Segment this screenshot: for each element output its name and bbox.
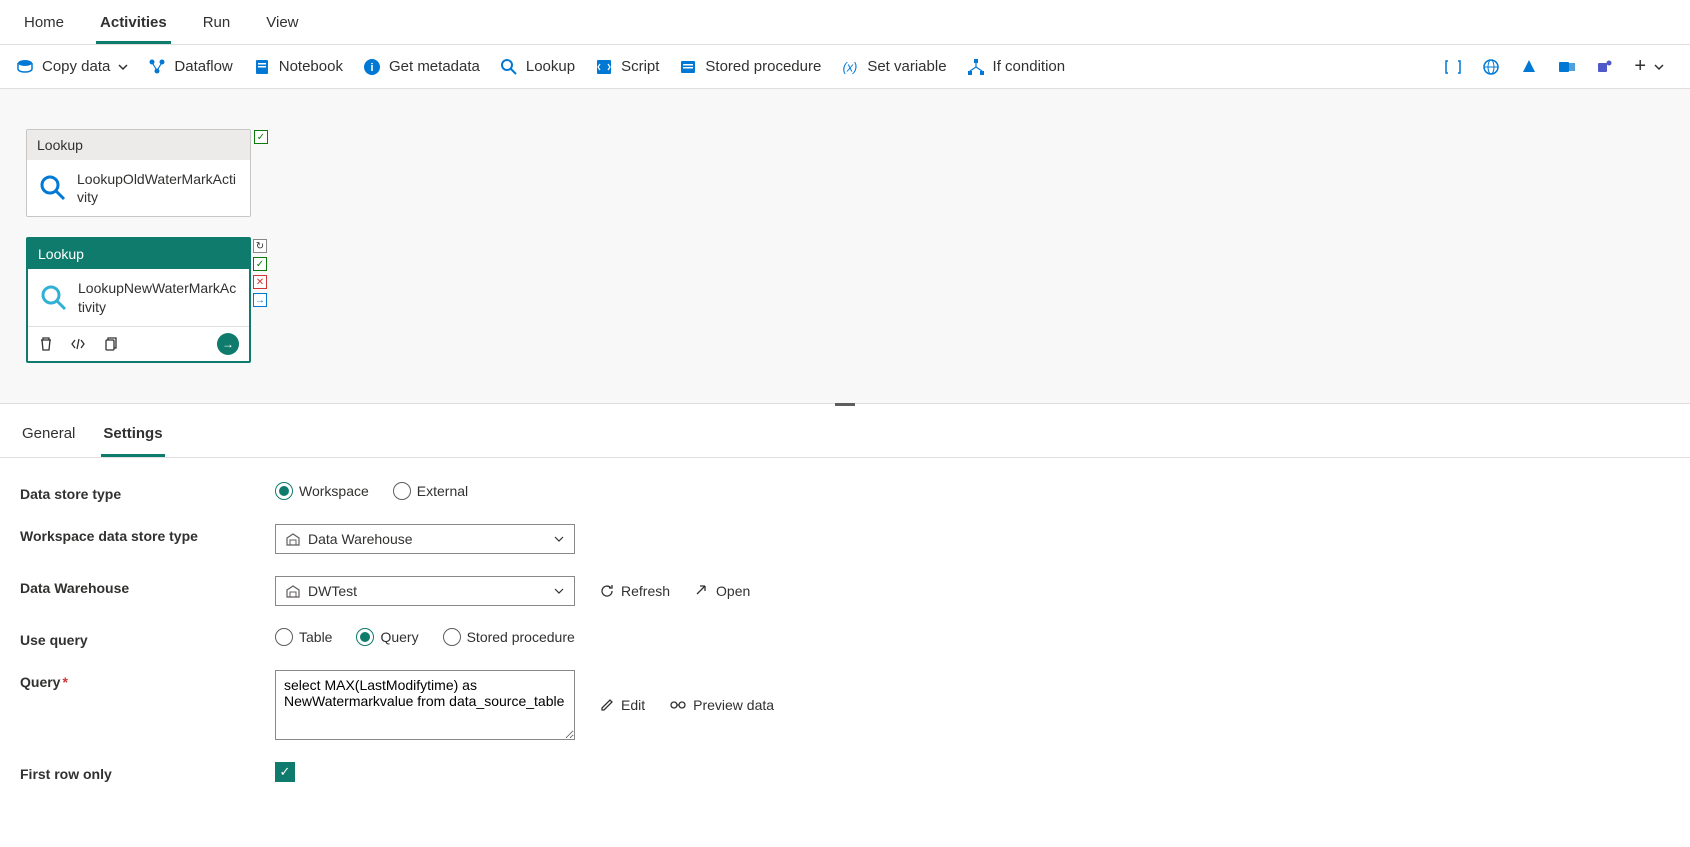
toolbar-stored-procedure-label: Stored procedure xyxy=(705,58,821,75)
outlook-icon[interactable] xyxy=(1558,58,1576,76)
lookup-icon xyxy=(40,284,68,312)
stored-proc-icon xyxy=(679,58,697,76)
warehouse-icon xyxy=(286,532,300,546)
code-icon[interactable] xyxy=(70,336,86,352)
toolbar-copy-data-label: Copy data xyxy=(42,58,110,75)
toolbar-notebook[interactable]: Notebook xyxy=(253,58,343,76)
toolbar-if-condition-label: If condition xyxy=(993,58,1066,75)
tab-settings[interactable]: Settings xyxy=(101,421,164,457)
nav-view[interactable]: View xyxy=(262,8,302,44)
first-row-only-checkbox[interactable]: ✓ xyxy=(275,762,295,782)
data-store-type-workspace[interactable]: Workspace xyxy=(275,482,369,500)
nav-run[interactable]: Run xyxy=(199,8,235,44)
toolbar-copy-data[interactable]: Copy data xyxy=(16,58,128,76)
toolbar-set-variable[interactable]: (x) Set variable xyxy=(841,58,946,76)
top-nav: Home Activities Run View xyxy=(0,0,1690,45)
toolbar-notebook-label: Notebook xyxy=(279,58,343,75)
activity-type-label: Lookup xyxy=(28,239,249,269)
toolbar-get-metadata-label: Get metadata xyxy=(389,58,480,75)
copy-data-icon xyxy=(16,58,34,76)
tab-general[interactable]: General xyxy=(20,421,77,457)
query-input[interactable] xyxy=(275,670,575,740)
panel-splitter[interactable] xyxy=(0,403,1690,409)
activity-name-label: LookupOldWaterMarkActivity xyxy=(77,170,238,206)
globe-icon[interactable] xyxy=(1482,58,1500,76)
settings-form: Data store type Workspace External Works… xyxy=(0,458,1690,828)
use-query-table[interactable]: Table xyxy=(275,628,332,646)
use-query-query[interactable]: Query xyxy=(356,628,418,646)
edit-button[interactable]: Edit xyxy=(599,697,645,713)
success-handle[interactable]: ✓ xyxy=(254,130,268,144)
skip-handle[interactable]: → xyxy=(253,293,267,307)
activity-lookup-old-watermark[interactable]: Lookup LookupOldWaterMarkActivity ✓ xyxy=(26,129,251,217)
warehouse-icon xyxy=(286,584,300,598)
teams-icon[interactable] xyxy=(1596,58,1614,76)
query-label: Query* xyxy=(20,670,275,690)
data-store-type-external[interactable]: External xyxy=(393,482,468,500)
activity-name-label: LookupNewWaterMarkActivity xyxy=(78,279,237,315)
delete-icon[interactable] xyxy=(38,336,54,352)
run-icon[interactable]: → xyxy=(217,333,239,355)
toolbar-if-condition[interactable]: If condition xyxy=(967,58,1066,76)
if-condition-icon xyxy=(967,58,985,76)
toolbar-lookup[interactable]: Lookup xyxy=(500,58,575,76)
svg-text:(x): (x) xyxy=(843,60,858,74)
svg-text:i: i xyxy=(370,62,373,74)
toolbar-get-metadata[interactable]: i Get metadata xyxy=(363,58,480,76)
bracket-icon[interactable] xyxy=(1444,58,1462,76)
dataflow-icon xyxy=(148,58,166,76)
first-row-only-label: First row only xyxy=(20,762,275,782)
chevron-down-icon xyxy=(118,62,128,72)
toolbar-script-label: Script xyxy=(621,58,659,75)
notebook-icon xyxy=(253,58,271,76)
lookup-icon xyxy=(39,174,67,202)
activity-lookup-new-watermark[interactable]: Lookup LookupNewWaterMarkActivity → ↻ ✓ … xyxy=(26,237,251,362)
lookup-icon xyxy=(500,58,518,76)
chevron-down-icon xyxy=(554,534,564,544)
nav-activities[interactable]: Activities xyxy=(96,8,171,44)
add-more-button[interactable]: + xyxy=(1634,55,1664,78)
data-warehouse-label: Data Warehouse xyxy=(20,576,275,596)
pipeline-canvas[interactable]: Lookup LookupOldWaterMarkActivity ✓ Look… xyxy=(0,89,1690,403)
activities-toolbar: Copy data Dataflow Notebook i Get metada… xyxy=(0,45,1690,89)
toolbar-script[interactable]: Script xyxy=(595,58,659,76)
use-query-label: Use query xyxy=(20,628,275,648)
toolbar-set-variable-label: Set variable xyxy=(867,58,946,75)
failure-handle[interactable]: ✕ xyxy=(253,275,267,289)
workspace-data-store-type-select[interactable]: Data Warehouse xyxy=(275,524,575,554)
chevron-down-icon xyxy=(554,586,564,596)
workspace-data-store-type-label: Workspace data store type xyxy=(20,524,275,544)
toolbar-lookup-label: Lookup xyxy=(526,58,575,75)
preview-data-button[interactable]: Preview data xyxy=(669,697,774,713)
toolbar-dataflow-label: Dataflow xyxy=(174,58,232,75)
retry-handle[interactable]: ↻ xyxy=(253,239,267,253)
variable-icon: (x) xyxy=(841,58,859,76)
data-warehouse-select[interactable]: DWTest xyxy=(275,576,575,606)
use-query-stored-procedure[interactable]: Stored procedure xyxy=(443,628,575,646)
activity-type-label: Lookup xyxy=(27,130,250,160)
toolbar-dataflow[interactable]: Dataflow xyxy=(148,58,232,76)
copy-icon[interactable] xyxy=(102,336,118,352)
metadata-icon: i xyxy=(363,58,381,76)
azure-icon[interactable] xyxy=(1520,58,1538,76)
data-store-type-label: Data store type xyxy=(20,482,275,502)
success-handle[interactable]: ✓ xyxy=(253,257,267,271)
open-button[interactable]: Open xyxy=(694,583,750,599)
refresh-button[interactable]: Refresh xyxy=(599,583,670,599)
script-icon xyxy=(595,58,613,76)
panel-tabs: General Settings xyxy=(0,409,1690,458)
toolbar-stored-procedure[interactable]: Stored procedure xyxy=(679,58,821,76)
nav-home[interactable]: Home xyxy=(20,8,68,44)
